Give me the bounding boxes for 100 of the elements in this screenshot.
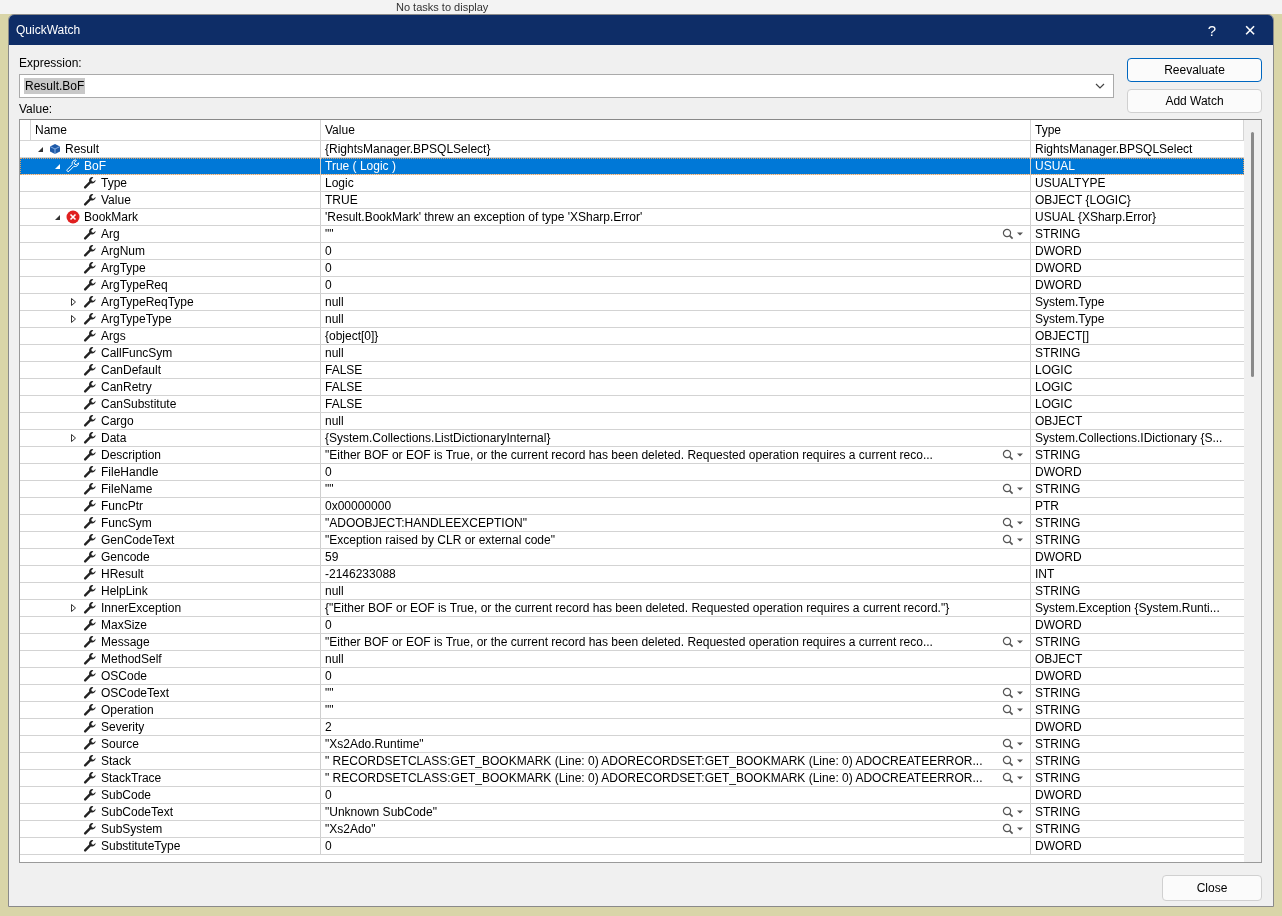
- tree-row[interactable]: Stack " RECORDSETCLASS:GET_BOOKMARK (Line: 0) ADORECORDSET:GET_BOOKMARK (Line: 0) ADOCREATEERROR... STRING: [20, 753, 1244, 770]
- wrench-icon: [83, 533, 97, 547]
- property-name: BookMark: [84, 210, 139, 224]
- expression-field[interactable]: Result.BoF: [19, 74, 1114, 98]
- property-name: Value: [101, 193, 131, 207]
- tree-row[interactable]: Args {object[0]} OBJECT[]: [20, 328, 1244, 345]
- wrench-icon: [83, 261, 97, 275]
- property-value: {"Either BOF or EOF is True, or the current record has been deleted. Requested operation requires a current record."}: [325, 601, 951, 615]
- tree-row[interactable]: SubSystem "Xs2Ado" STRING: [20, 821, 1244, 838]
- tree-row[interactable]: SubCodeText "Unknown SubCode" STRING: [20, 804, 1244, 821]
- tree-row[interactable]: ArgTypeReqType null System.Type: [20, 294, 1244, 311]
- type-cell-text: STRING: [1034, 447, 1082, 463]
- type-cell-text: PTR: [1034, 498, 1060, 514]
- wrench-icon: [83, 465, 97, 479]
- property-name: InnerException: [101, 601, 182, 615]
- column-header[interactable]: Value: [321, 120, 1031, 140]
- cube-icon: [49, 143, 61, 155]
- tree-row[interactable]: MethodSelf null OBJECT: [20, 651, 1244, 668]
- tree-row[interactable]: CallFuncSym null STRING: [20, 345, 1244, 362]
- type-cell-text: STRING: [1034, 804, 1082, 820]
- type-cell-text: STRING: [1034, 515, 1082, 531]
- property-value: "Unknown SubCode": [325, 805, 438, 819]
- tree-row[interactable]: ArgTypeReq 0 DWORD: [20, 277, 1244, 294]
- tree-row[interactable]: OSCode 0 DWORD: [20, 668, 1244, 685]
- tree-row[interactable]: FileName "" STRING: [20, 481, 1244, 498]
- tree-row[interactable]: FileHandle 0 DWORD: [20, 464, 1244, 481]
- expanded-arrow-icon[interactable]: [54, 213, 61, 221]
- tree-row[interactable]: FuncSym "ADOOBJECT:HANDLEEXCEPTION" STRING: [20, 515, 1244, 532]
- type-cell-text: System.Type: [1034, 311, 1106, 327]
- property-name: MethodSelf: [101, 652, 162, 666]
- property-name: Arg: [101, 227, 120, 241]
- type-cell-text: STRING: [1034, 345, 1082, 361]
- expanded-arrow-icon[interactable]: [37, 145, 44, 153]
- tree-row[interactable]: Gencode 59 DWORD: [20, 549, 1244, 566]
- collapsed-arrow-icon[interactable]: [71, 604, 76, 612]
- tree-row[interactable]: StackTrace " RECORDSETCLASS:GET_BOOKMARK (Line: 0) ADORECORDSET:GET_BOOKMARK (Line: 0) ADOCREATEERROR... STRING: [20, 770, 1244, 787]
- property-value: 0: [325, 244, 333, 258]
- tree-row[interactable]: ArgType 0 DWORD: [20, 260, 1244, 277]
- tree-row[interactable]: InnerException {"Either BOF or EOF is True, or the current record has been deleted. Requested operation requires a current record."} System.Exception {System.Runti...: [20, 600, 1244, 617]
- wrench-icon: [83, 754, 97, 768]
- close-dialog-button[interactable]: Close: [1162, 875, 1262, 901]
- collapsed-arrow-icon[interactable]: [71, 434, 76, 442]
- type-cell-text: STRING: [1034, 736, 1082, 752]
- tree-row[interactable]: BookMark 'Result.BookMark' threw an exception of type 'XSharp.Error' USUAL {XSharp.Error}: [20, 209, 1244, 226]
- property-name: ArgNum: [101, 244, 145, 258]
- property-name: ArgTypeReqType: [101, 295, 194, 309]
- property-name: HResult: [101, 567, 144, 581]
- property-value: " RECORDSETCLASS:GET_BOOKMARK (Line: 0) ADORECORDSET:GET_BOOKMARK (Line: 0) ADOCREATEERROR...: [325, 754, 984, 768]
- wrench-icon: [83, 669, 97, 683]
- vertical-scrollbar[interactable]: [1244, 120, 1261, 862]
- property-name: Source: [101, 737, 140, 751]
- property-name: MaxSize: [101, 618, 147, 632]
- wrench-icon: [83, 329, 97, 343]
- wrench-icon: [83, 601, 97, 615]
- tree-row[interactable]: Operation "" STRING: [20, 702, 1244, 719]
- dialog-button[interactable]: Add Watch: [1127, 89, 1262, 113]
- collapsed-arrow-icon[interactable]: [71, 315, 76, 323]
- tree-row[interactable]: BoF True ( Logic ) USUAL: [20, 158, 1244, 175]
- wrench-icon: [83, 346, 97, 360]
- property-name: FuncSym: [101, 516, 152, 530]
- property-value: " RECORDSETCLASS:GET_BOOKMARK (Line: 0) ADORECORDSET:GET_BOOKMARK (Line: 0) ADOCREATEERROR...: [325, 771, 984, 785]
- tree-row[interactable]: FuncPtr 0x00000000 PTR: [20, 498, 1244, 515]
- tree-row[interactable]: SubCode 0 DWORD: [20, 787, 1244, 804]
- property-value: FALSE: [325, 380, 364, 394]
- tree-row[interactable]: Data {System.Collections.ListDictionaryInternal} System.Collections.IDictionary {S...: [20, 430, 1244, 447]
- wrench-icon: [83, 822, 97, 836]
- tree-row[interactable]: Value TRUE OBJECT {LOGIC}: [20, 192, 1244, 209]
- type-cell-text: LOGIC: [1034, 396, 1074, 412]
- tree-row[interactable]: CanRetry FALSE LOGIC: [20, 379, 1244, 396]
- window-title: QuickWatch: [15, 23, 82, 37]
- property-name: Gencode: [101, 550, 150, 564]
- tree-row[interactable]: CanDefault FALSE LOGIC: [20, 362, 1244, 379]
- tree-row[interactable]: HResult -2146233088 INT: [20, 566, 1244, 583]
- tree-row[interactable]: Description "Either BOF or EOF is True, or the current record has been deleted. Requested operation requires a current reco... STRING: [20, 447, 1244, 464]
- tree-row[interactable]: Message "Either BOF or EOF is True, or the current record has been deleted. Requested operation requires a current reco... STRING: [20, 634, 1244, 651]
- type-cell-text: System.Collections.IDictionary {S...: [1034, 430, 1224, 446]
- tree-row[interactable]: SubstituteType 0 DWORD: [20, 838, 1244, 855]
- tree-row[interactable]: MaxSize 0 DWORD: [20, 617, 1244, 634]
- property-name: CanSubstitute: [101, 397, 177, 411]
- property-value: "Xs2Ado.Runtime": [325, 737, 425, 751]
- tree-row[interactable]: ArgNum 0 DWORD: [20, 243, 1244, 260]
- wrench-icon: [83, 771, 97, 785]
- tree-row[interactable]: CanSubstitute FALSE LOGIC: [20, 396, 1244, 413]
- tree-row[interactable]: Severity 2 DWORD: [20, 719, 1244, 736]
- help-button[interactable]: ?: [1193, 16, 1231, 44]
- tree-row[interactable]: GenCodeText "Exception raised by CLR or external code" STRING: [20, 532, 1244, 549]
- property-name: CallFuncSym: [101, 346, 173, 360]
- tree-row[interactable]: ArgTypeType null System.Type: [20, 311, 1244, 328]
- tree-row[interactable]: Arg "" STRING: [20, 226, 1244, 243]
- type-cell-text: DWORD: [1034, 617, 1083, 633]
- close-button[interactable]: ×: [1231, 16, 1269, 44]
- tree-row[interactable]: HelpLink null STRING: [20, 583, 1244, 600]
- tree-row[interactable]: Type Logic USUALTYPE: [20, 175, 1244, 192]
- tree-row[interactable]: Cargo null OBJECT: [20, 413, 1244, 430]
- column-header[interactable]: Name: [31, 120, 321, 140]
- tree-row[interactable]: Source "Xs2Ado.Runtime" STRING: [20, 736, 1244, 753]
- collapsed-arrow-icon[interactable]: [71, 298, 76, 306]
- tree-row[interactable]: OSCodeText "" STRING: [20, 685, 1244, 702]
- type-cell-text: OBJECT: [1034, 651, 1084, 667]
- dialog-button[interactable]: Reevaluate: [1127, 58, 1262, 82]
